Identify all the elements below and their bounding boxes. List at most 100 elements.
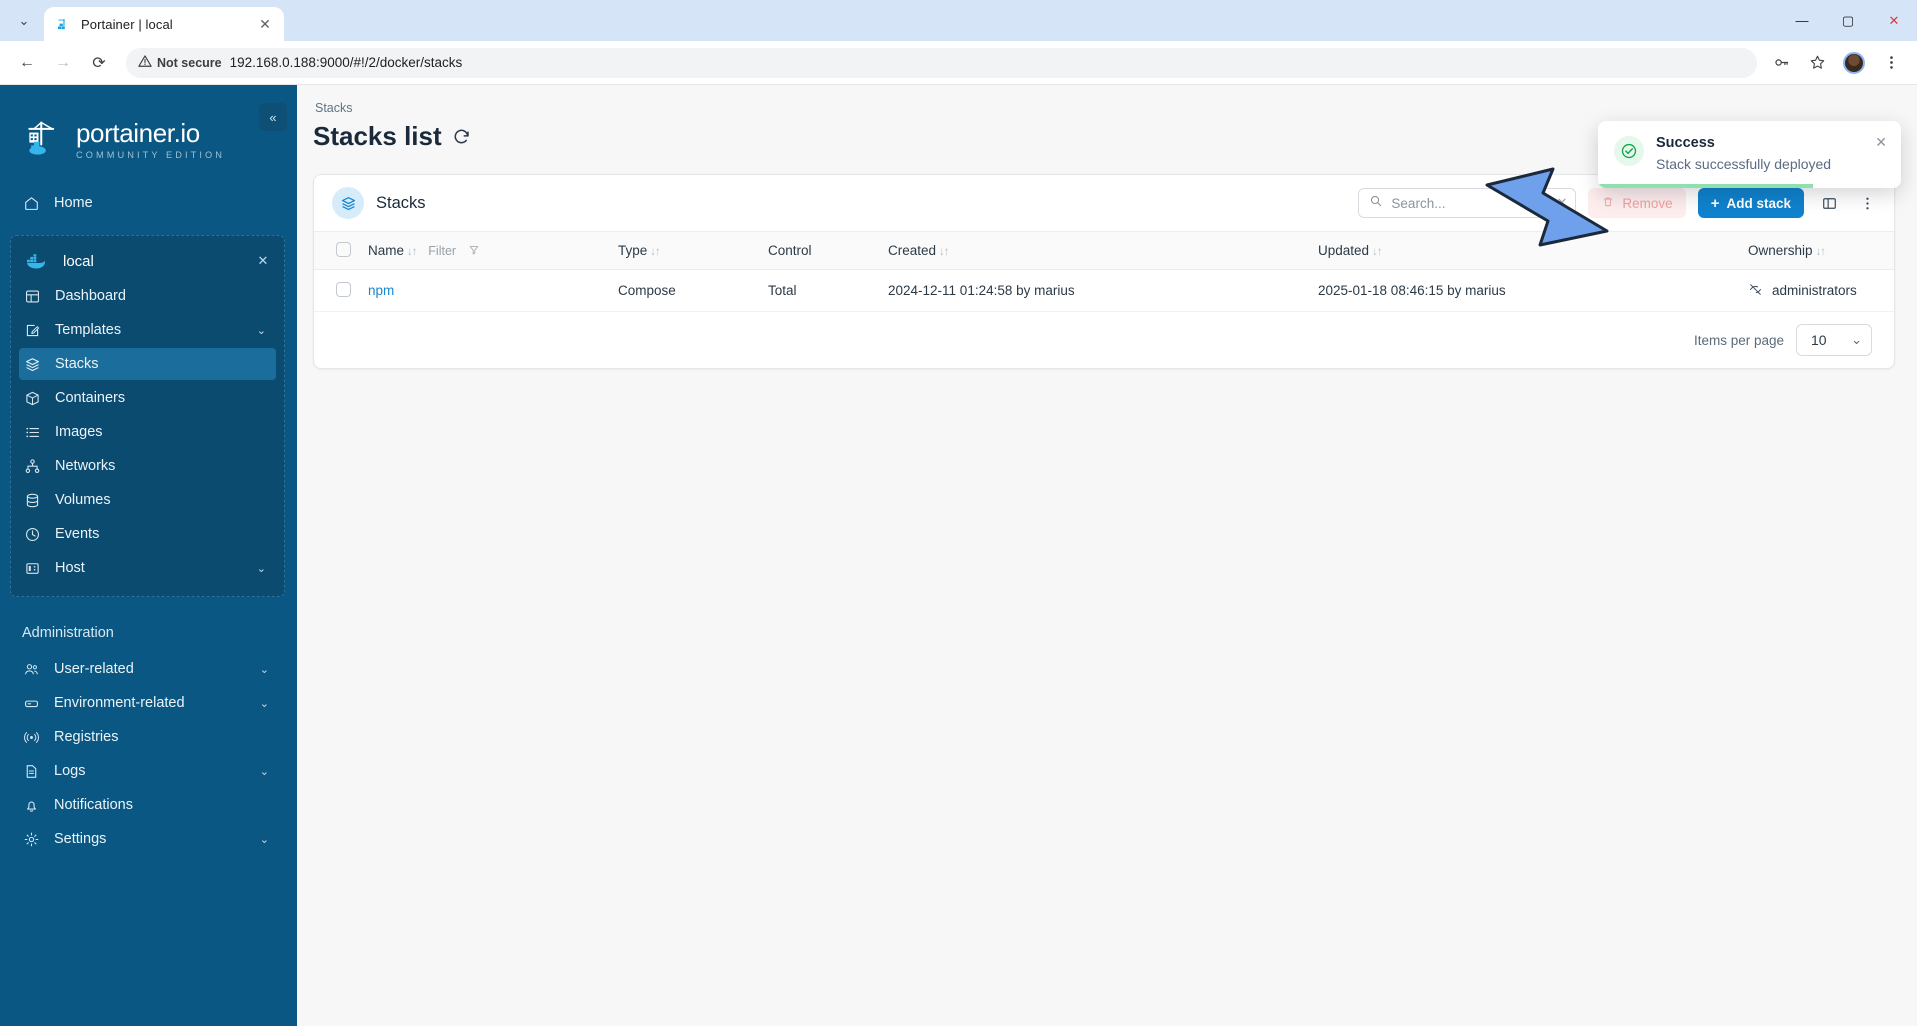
environment-header[interactable]: local ✕ xyxy=(11,244,284,278)
containers-icon xyxy=(23,389,41,407)
table-body: npm Compose Total 2024-12-11 01:24:58 by… xyxy=(314,269,1894,312)
not-secure-badge[interactable]: Not secure xyxy=(138,54,222,71)
sidebar-item-images[interactable]: Images xyxy=(11,416,284,448)
sort-icon[interactable]: ↓↑ xyxy=(1816,246,1826,258)
docker-icon xyxy=(23,252,49,270)
breadcrumb[interactable]: Stacks xyxy=(315,101,1895,115)
column-label: Ownership xyxy=(1748,243,1813,258)
sidebar-item-label: Templates xyxy=(55,322,122,338)
sidebar-item-label: Host xyxy=(55,560,85,576)
row-checkbox[interactable] xyxy=(336,281,351,297)
back-button[interactable]: ← xyxy=(10,46,44,80)
sidebar-item-home[interactable]: Home xyxy=(0,187,287,219)
column-label: Created xyxy=(888,243,937,258)
forward-button[interactable]: → xyxy=(46,46,80,80)
portainer-logo: portainer.io COMMUNITY EDITION xyxy=(0,95,297,171)
tab-title: Portainer | local xyxy=(81,16,173,32)
chevron-down-icon: ⌄ xyxy=(259,697,269,710)
logo-title: portainer.io xyxy=(76,118,200,148)
profile-avatar[interactable] xyxy=(1843,51,1865,74)
sidebar-item-registries[interactable]: Registries xyxy=(0,721,287,753)
annotation-arrow xyxy=(1485,167,1615,257)
sidebar-environment-block: local ✕ Dashboard Templates ⌄ Stacks Con… xyxy=(10,235,285,597)
sidebar-item-settings[interactable]: Settings ⌄ xyxy=(0,823,287,855)
remove-button-label: Remove xyxy=(1622,195,1673,211)
column-label: Control xyxy=(768,243,812,258)
sidebar-item-dashboard[interactable]: Dashboard xyxy=(11,280,284,312)
sidebar-item-label: Environment-related xyxy=(54,695,185,711)
stacks-table: Name ↓↑ Filter Type ↓↑ Control Created ↓… xyxy=(314,231,1894,312)
sort-icon[interactable]: ↓↑ xyxy=(407,246,417,258)
close-icon[interactable]: ✕ xyxy=(256,15,274,33)
cell-name[interactable]: npm xyxy=(360,269,610,312)
column-header-name[interactable]: Name ↓↑ Filter xyxy=(360,231,610,270)
sidebar-item-volumes[interactable]: Volumes xyxy=(11,484,284,516)
refresh-icon[interactable] xyxy=(452,127,471,146)
sort-icon[interactable]: ↓↑ xyxy=(650,246,660,258)
column-header-type[interactable]: Type ↓↑ xyxy=(610,231,760,270)
tab-search-button[interactable]: ⌄ xyxy=(6,4,42,38)
administration-title: Administration xyxy=(22,625,114,641)
logs-icon xyxy=(22,762,40,780)
sidebar-item-user-related[interactable]: User-related ⌄ xyxy=(0,653,287,685)
networks-icon xyxy=(23,457,41,475)
sidebar-item-containers[interactable]: Containers xyxy=(11,382,284,414)
sidebar-item-label: Logs xyxy=(54,763,86,779)
cell-created: 2024-12-11 01:24:58 by marius xyxy=(880,269,1310,312)
minimize-button[interactable]: — xyxy=(1779,0,1825,41)
sidebar-item-label: Settings xyxy=(54,831,107,847)
column-label: Type xyxy=(618,243,648,258)
toast-close-icon[interactable]: ✕ xyxy=(1875,134,1887,151)
items-per-page-select[interactable]: 10 ⌄ xyxy=(1796,324,1872,356)
sidebar-item-events[interactable]: Events xyxy=(11,518,284,550)
stacks-icon xyxy=(23,355,41,373)
images-icon xyxy=(23,423,41,441)
sidebar-item-label: Events xyxy=(55,526,100,542)
sidebar-collapse-button[interactable]: « xyxy=(259,103,287,131)
stack-name-link[interactable]: npm xyxy=(368,283,394,298)
more-vertical-icon[interactable] xyxy=(1854,190,1880,216)
chevron-down-icon: ⌄ xyxy=(256,324,266,337)
cell-type: Compose xyxy=(610,269,760,312)
add-stack-button[interactable]: + Add stack xyxy=(1697,188,1804,218)
filter-icon[interactable] xyxy=(468,244,480,258)
chevron-down-icon: ⌄ xyxy=(256,562,266,575)
address-bar[interactable]: Not secure 192.168.0.188:9000/#!/2/docke… xyxy=(126,47,1757,78)
reload-button[interactable]: ⟳ xyxy=(82,46,116,80)
browser-tab[interactable]: Portainer | local ✕ xyxy=(44,7,284,41)
sidebar-item-stacks[interactable]: Stacks xyxy=(19,348,276,380)
window-close-button[interactable]: ✕ xyxy=(1871,0,1917,41)
environment-icon xyxy=(22,694,40,712)
column-header-created[interactable]: Created ↓↑ xyxy=(880,231,1310,270)
row-select-cell xyxy=(314,269,360,312)
column-label: Updated xyxy=(1318,243,1370,258)
maximize-button[interactable]: ▢ xyxy=(1825,0,1871,41)
sidebar-item-notifications[interactable]: Notifications xyxy=(0,789,287,821)
search-icon xyxy=(1369,194,1383,213)
sidebar-item-label: Dashboard xyxy=(55,288,126,304)
warning-triangle-icon xyxy=(138,54,152,71)
column-header-ownership[interactable]: Ownership ↓↑ xyxy=(1740,231,1894,270)
events-clock-icon xyxy=(23,525,41,543)
sort-icon[interactable]: ↓↑ xyxy=(939,246,949,258)
table-row[interactable]: npm Compose Total 2024-12-11 01:24:58 by… xyxy=(314,269,1894,312)
pagination-bar: Items per page 10 ⌄ xyxy=(314,312,1894,368)
select-all-checkbox[interactable] xyxy=(336,241,351,257)
sidebar-item-environment-related[interactable]: Environment-related ⌄ xyxy=(0,687,287,719)
sidebar-item-templates[interactable]: Templates ⌄ xyxy=(11,314,284,346)
environment-close-icon[interactable]: ✕ xyxy=(254,252,272,270)
check-circle-icon xyxy=(1614,136,1644,166)
chrome-menu-icon[interactable] xyxy=(1875,47,1907,79)
sort-icon[interactable]: ↓↑ xyxy=(1372,246,1382,258)
password-key-icon[interactable] xyxy=(1765,47,1797,79)
browser-toolbar: ← → ⟳ Not secure 192.168.0.188:9000/#!/2… xyxy=(0,41,1917,85)
column-header-control: Control xyxy=(760,231,880,270)
filter-label[interactable]: Filter xyxy=(428,244,456,258)
sidebar-item-logs[interactable]: Logs ⌄ xyxy=(0,755,287,787)
sidebar-item-networks[interactable]: Networks xyxy=(11,450,284,482)
chevron-down-icon: ⌄ xyxy=(18,13,30,28)
sidebar-item-host[interactable]: Host ⌄ xyxy=(11,552,284,584)
columns-icon[interactable] xyxy=(1816,190,1842,216)
bookmark-star-icon[interactable] xyxy=(1801,47,1833,79)
table-head: Name ↓↑ Filter Type ↓↑ Control Created ↓… xyxy=(314,231,1894,270)
